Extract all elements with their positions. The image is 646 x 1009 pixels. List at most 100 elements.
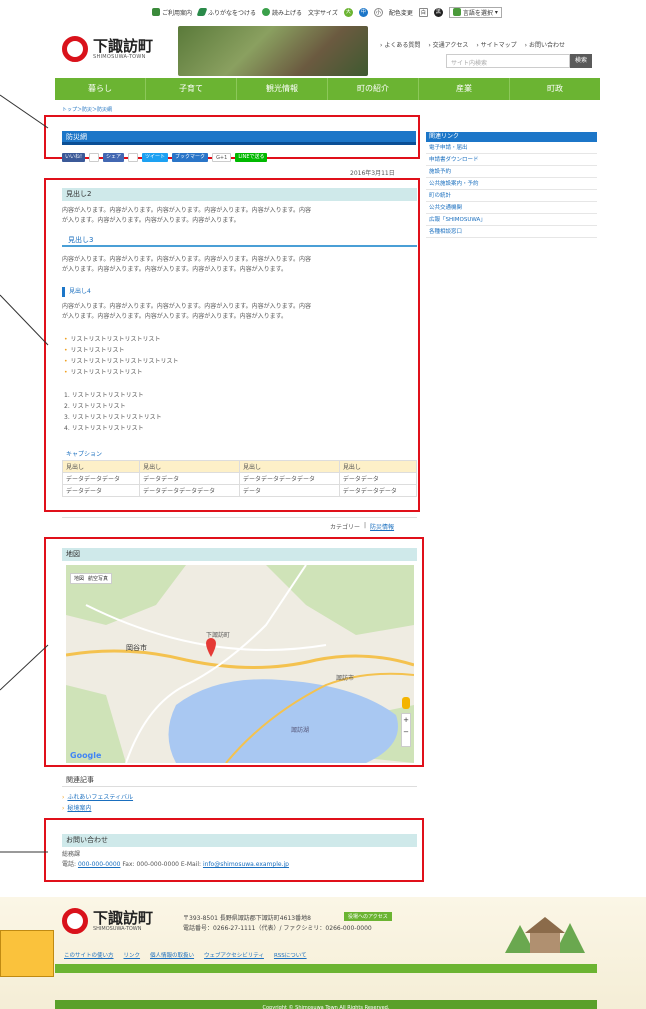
bullet-list: • リストリストリストリストリスト • リストリストリスト • リストリストリストリス… [64,334,179,378]
font-medium-button[interactable]: 中 [358,7,368,17]
tweet-button[interactable]: ツイート [142,153,169,162]
sidebar-item[interactable]: 電子申請・届出 [426,142,597,154]
utility-bar: ご利用案内 ふりがなをつける 読み上げる 文字サイズ 大 中 小 配色変更 白 … [152,4,502,20]
contact-dept: 総務課 [62,851,81,858]
list-item: • リストリストリストリストリスト [64,336,161,343]
logo-name-jp: 下諏訪町 [93,36,154,55]
zoom-out-icon[interactable]: − [402,726,410,738]
contact-email[interactable]: info@shimosuwa.example.jp [203,861,289,868]
related-heading: 関連記事 [62,774,417,787]
furigana-link[interactable]: ふりがなをつける [196,8,256,17]
divider [62,517,417,518]
social-buttons: いいね! シェア ツイート ブックマーク G+1 LINEで送る [62,153,268,162]
footer-green-bar [55,964,597,973]
nav-childcare[interactable]: 子育て [146,78,237,100]
paragraph-3: 内容が入ります。内容が入ります。内容が入ります。内容が入ります。内容が入ります。… [62,302,417,322]
heading-3: 見出し3 [62,235,417,247]
numbered-list: 1. リストリストリストリスト 2. リストリストリスト 3. リストリストリス… [64,390,162,434]
publish-date: 2016年3月11日 [350,170,395,177]
language-icon [452,8,461,16]
read-aloud-link[interactable]: 読み上げる [262,8,302,17]
sidebar: 関連リンク 電子申請・届出 申請書ダウンロード 施設予約 公共施設案内・予約 町… [426,132,597,238]
map-type-control[interactable]: 地図 航空写真 [70,573,113,584]
pen-icon [196,8,208,16]
language-select[interactable]: 言語を選択 ▾ [448,6,502,18]
sidebar-heading: 関連リンク [426,132,597,142]
paragraph-line: 内容が入ります。内容が入ります。内容が入ります。内容が入ります。内容が入ります。… [62,256,312,263]
map-label-suwako: 諏訪湖 [291,727,310,734]
nav-industry[interactable]: 産業 [419,78,510,100]
phone-line: 電話番号：0266-27-1111（代表）/ ファクシミリ：0266-000-0… [183,925,372,932]
copyright: Copyright © Shimosuwa Town All Rights Re… [55,1000,597,1009]
color-change-label: 配色変更 [388,9,413,17]
breadcrumb[interactable]: トップ＞防災＞防災網 [62,106,112,113]
related-item[interactable]: › ふれあいフェスティバル [62,792,133,803]
footer-link[interactable]: このサイトの使い方 [64,951,114,959]
callout-lines [0,94,49,853]
footer-access-button[interactable]: 役場へのアクセス [344,912,392,921]
search-input[interactable]: サイト内検索 [446,54,570,68]
map-label-okaya: 岡谷市 [126,644,147,652]
monitor-icon [152,8,160,16]
line-button[interactable]: LINEで送る [235,153,268,162]
town-emblem-icon [62,36,88,62]
sidebar-item[interactable]: 町の統計 [426,190,597,202]
footer-link[interactable]: 個人情報の取扱い [150,951,194,959]
guide-link[interactable]: ご利用案内 [152,8,192,17]
font-large-button[interactable]: 大 [343,7,353,17]
header-links: › よくある質問 › 交通アクセス › サイトマップ › お問い合わせ [380,40,565,49]
bookmark-button[interactable]: ブックマーク [172,153,209,162]
access-link[interactable]: › 交通アクセス [428,40,468,49]
facebook-share-button[interactable]: シェア [103,153,125,162]
sidebar-item[interactable]: 各種相談窓口 [426,226,597,238]
contact-link[interactable]: › お問い合わせ [525,40,565,49]
footer-links: このサイトの使い方 リンク 個人情報の取扱い ウェブアクセシビリティ RSSにつ… [64,951,307,959]
category-link[interactable]: 防災情報 [370,522,394,531]
zoom-in-icon[interactable]: + [402,714,410,726]
sidebar-item[interactable]: 申請書ダウンロード [426,154,597,166]
sitemap-link[interactable]: › サイトマップ [476,40,516,49]
footer-link[interactable]: ウェブアクセシビリティ [204,951,264,959]
nav-town-intro[interactable]: 町の紹介 [328,78,419,100]
list-item: 3. リストリストリストリストリスト [64,414,162,421]
street-view-pegman-icon[interactable] [402,697,410,709]
paragraph-line: が入ります。内容が入ります。内容が入ります。内容が入ります。内容が入ります。 [62,313,288,320]
footer-link[interactable]: RSSについて [274,951,307,959]
nav-administration[interactable]: 町政 [510,78,600,100]
table-header: 見出し [139,460,240,473]
related-item[interactable]: › 秘境案内 [62,803,133,814]
map-label-suwa: 諏訪市 [336,675,355,682]
sidebar-item[interactable]: 施設予約 [426,166,597,178]
map-type-map[interactable]: 地図 [74,575,84,582]
google-plus-button[interactable]: G+1 [212,153,232,162]
table-caption: キャプション [66,451,103,458]
sidebar-item[interactable]: 公共施設案内・予約 [426,178,597,190]
table-cell: データデータデータデータ [139,484,240,497]
list-item: • リストリストリストリスト [64,369,143,376]
faq-link[interactable]: › よくある質問 [380,40,420,49]
footer-link[interactable]: リンク [124,951,141,959]
facebook-like-button[interactable]: いいね! [62,153,86,162]
heading-2: 見出し2 [62,188,417,201]
table-cell: データデータ [61,484,141,497]
map-type-satellite[interactable]: 航空写真 [88,575,108,582]
map-zoom-control[interactable]: + − [401,713,411,747]
nav-tourism[interactable]: 観光情報 [237,78,328,100]
paragraph-line: が入ります。内容が入ります。内容が入ります。内容が入ります。 [62,217,240,224]
site-logo[interactable]: 下諏訪町 SHIMOSUWA-TOWN [62,36,153,62]
color-white-button[interactable]: 白 [418,7,428,17]
nav-life[interactable]: 暮らし [55,78,146,100]
list-item: • リストリストリストリストリストリスト [64,358,179,365]
paragraph-line: 内容が入ります。内容が入ります。内容が入ります。内容が入ります。内容が入ります。… [62,303,312,310]
sidebar-item[interactable]: 広報「SHIMOSUWA」 [426,214,597,226]
map-heading: 地図 [62,548,417,561]
sidebar-item[interactable]: 公共交通機関 [426,202,597,214]
google-map[interactable]: 地図 航空写真 岡谷市 下諏訪町 諏訪湖 諏訪市 + − Google [66,565,414,763]
contact-phone[interactable]: 000-000-0000 [78,861,121,868]
table-header: 見出し [61,460,141,473]
color-black-button[interactable]: 黒 [433,7,443,17]
footer-logo[interactable]: 下諏訪町 SHIMOSUWA-TOWN [62,908,153,934]
search-button[interactable]: 検索 [570,54,592,68]
font-small-button[interactable]: 小 [373,7,383,17]
town-emblem-icon [62,908,88,934]
